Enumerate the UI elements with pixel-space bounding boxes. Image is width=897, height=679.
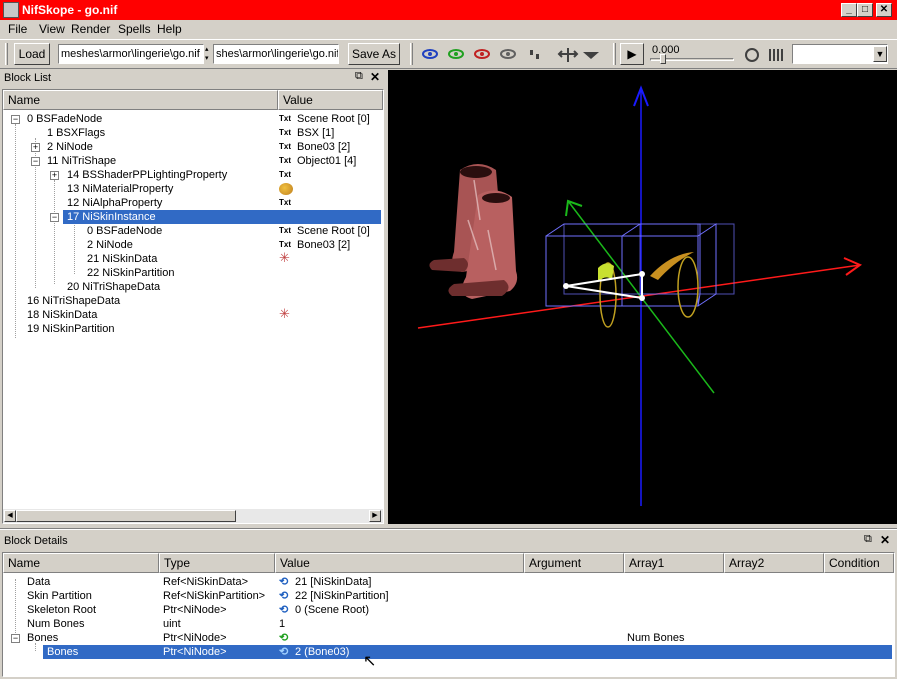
bone-ring: [677, 256, 699, 318]
view-icons: [422, 48, 599, 62]
link-icon: ⟲: [279, 604, 289, 616]
block-list-hscroll[interactable]: ◀ ▶: [3, 509, 383, 523]
skin-icon: ✳: [279, 250, 290, 265]
block-details-title: Block Details: [4, 535, 68, 547]
detail-row-0[interactable]: Data Ref<NiSkinData> ⟲ 21 [NiSkinData]: [3, 575, 894, 589]
tree-row-4[interactable]: + 14 BSShaderPPLightingProperty Txt: [3, 168, 383, 182]
menu-spells[interactable]: Spells: [118, 22, 151, 36]
close-icon[interactable]: ✕: [880, 533, 890, 547]
col-array2-header[interactable]: Array2: [724, 553, 824, 573]
block-list-header: Block List ⧉ ✕: [0, 70, 384, 88]
panel-splitter[interactable]: [0, 528, 897, 530]
mouse-cursor-icon: ↖: [363, 653, 377, 670]
scroll-thumb[interactable]: [16, 510, 236, 522]
col-name-header[interactable]: Name: [3, 553, 159, 573]
block-details-header: Block Details ⧉ ✕: [0, 533, 897, 551]
block-list-tree[interactable]: Name Value − 0 BSFadeNode Txt Scene Root…: [2, 89, 384, 524]
detail-row-2[interactable]: Skeleton Root Ptr<NiNode> ⟲ 0 (Scene Roo…: [3, 603, 894, 617]
expand-icon: +: [50, 170, 59, 180]
footprints-icon: [530, 50, 539, 59]
link-group-icon: ⟲: [279, 632, 289, 644]
save-as-button[interactable]: Save As: [348, 43, 400, 65]
scroll-right-icon[interactable]: ▶: [369, 510, 381, 522]
skin-icon: ✳: [279, 306, 290, 321]
col-value-header[interactable]: Value: [275, 553, 524, 573]
detail-row-3[interactable]: Num Bones uint 1: [3, 617, 894, 631]
tree-row-8[interactable]: 0 BSFadeNode Txt Scene Root [0]: [3, 224, 383, 238]
move-icon: [557, 48, 579, 62]
collapse-icon: −: [11, 633, 20, 643]
toolbar-grip-2[interactable]: [410, 43, 413, 65]
menu-view[interactable]: View: [39, 22, 65, 36]
scene-view: [417, 85, 863, 506]
link-icon: ⟲: [279, 646, 289, 658]
save-path-field[interactable]: shes\armor\lingerie\go.nif: [213, 44, 339, 64]
palette-icon: [279, 183, 293, 195]
switch-icon: [769, 49, 783, 61]
tree-row-12[interactable]: 20 NiTriShapeData: [3, 280, 383, 294]
float-icon[interactable]: ⧉: [864, 533, 872, 546]
maximize-button[interactable]: □: [857, 3, 873, 17]
link-icon: ⟲: [279, 576, 289, 588]
col-condition-header[interactable]: Condition: [824, 553, 894, 573]
expand-icon: +: [31, 142, 40, 152]
tree-row-5[interactable]: 13 NiMaterialProperty: [3, 182, 383, 196]
tree-row-6[interactable]: 12 NiAlphaProperty Txt: [3, 196, 383, 210]
menu-help[interactable]: Help: [157, 22, 182, 36]
tree-row-11[interactable]: 22 NiSkinPartition: [3, 266, 383, 280]
link-icon: ⟲: [279, 590, 289, 602]
tree-row-13[interactable]: 16 NiTriShapeData: [3, 294, 383, 308]
toolbar-grip[interactable]: [5, 43, 8, 65]
render-viewport[interactable]: [388, 70, 897, 524]
path-spin-icon[interactable]: ▴ ▾: [205, 45, 213, 63]
load-button[interactable]: Load: [14, 43, 50, 65]
tree-row-3[interactable]: − 11 NiTriShape Txt Object01 [4]: [3, 154, 383, 168]
load-path-field[interactable]: meshes\armor\lingerie\go.nif: [58, 44, 204, 64]
menu-file[interactable]: File: [8, 22, 27, 36]
col-array1-header[interactable]: Array1: [624, 553, 724, 573]
tree-row-2[interactable]: + 2 NiNode Txt Bone03 [2]: [3, 140, 383, 154]
loop-icons: [745, 48, 783, 62]
chevron-down-icon: [583, 52, 599, 59]
tree-row-15[interactable]: 19 NiSkinPartition: [3, 322, 383, 336]
tree-row-7[interactable]: 17 NiSkinInstance: [63, 210, 381, 224]
tree-row-10[interactable]: 21 NiSkinData ✳: [3, 250, 383, 266]
tree-row-0[interactable]: − 0 BSFadeNode Txt Scene Root [0]: [3, 112, 383, 126]
col-type-header[interactable]: Type: [159, 553, 275, 573]
close-icon[interactable]: ✕: [370, 70, 380, 84]
col-value-header[interactable]: Value: [278, 90, 383, 110]
menu-render[interactable]: Render: [71, 22, 110, 36]
title-bar: NifSkope - go.nif _ □ ✕: [0, 0, 897, 20]
menu-bar: File View Render Spells Help: [0, 20, 897, 38]
app-icon: [3, 2, 19, 18]
window-title: NifSkope - go.nif: [22, 3, 118, 17]
tree-row-14[interactable]: 18 NiSkinData ✳: [3, 306, 383, 322]
col-argument-header[interactable]: Argument: [524, 553, 624, 573]
collapse-icon[interactable]: −: [50, 213, 59, 222]
detail-row-5[interactable]: Bones Ptr<NiNode> ⟲ 2 (Bone03): [43, 645, 892, 659]
detail-row-4[interactable]: − Bones Ptr<NiNode> ⟲ Num Bones: [3, 631, 894, 645]
col-name-header[interactable]: Name: [3, 90, 278, 110]
collapse-icon: −: [31, 156, 40, 166]
time-slider-handle[interactable]: [660, 54, 666, 64]
boots-model: [429, 164, 518, 299]
play-button[interactable]: ▶: [620, 43, 644, 65]
chevron-down-icon[interactable]: ▼: [873, 46, 887, 62]
tree-row-9[interactable]: 2 NiNode Txt Bone03 [2]: [3, 238, 383, 252]
detail-row-1[interactable]: Skin Partition Ref<NiSkinPartition> ⟲ 22…: [3, 589, 894, 603]
float-icon[interactable]: ⧉: [355, 70, 363, 83]
bone-marker: [650, 252, 694, 280]
block-list-title: Block List: [4, 72, 52, 84]
scroll-left-icon[interactable]: ◀: [4, 510, 16, 522]
toolbar-grip-3[interactable]: [613, 43, 616, 65]
toolbar: Load meshes\armor\lingerie\go.nif ▴ ▾ she…: [0, 39, 897, 69]
tree-row-1[interactable]: 1 BSXFlags Txt BSX [1]: [3, 126, 383, 140]
collapse-icon: −: [11, 114, 20, 124]
minimize-button[interactable]: _: [841, 3, 857, 17]
bounding-boxes: [545, 223, 735, 307]
close-button[interactable]: ✕: [876, 3, 892, 17]
block-details-table[interactable]: Name Type Value Argument Array1 Array2 C…: [2, 552, 895, 677]
loop-icon: [745, 48, 759, 62]
